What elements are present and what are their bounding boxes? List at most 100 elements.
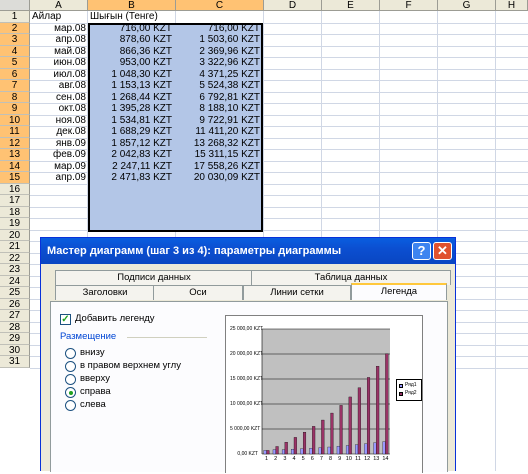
- row-header-3[interactable]: 3: [0, 34, 30, 46]
- row-header-18[interactable]: 18: [0, 206, 30, 218]
- spend-cell[interactable]: 1 688,29 KZT: [88, 126, 174, 138]
- row-header-5[interactable]: 5: [0, 57, 30, 69]
- tab-data-labels[interactable]: Подписи данных: [55, 270, 253, 285]
- tab-gridlines[interactable]: Линии сетки: [243, 285, 351, 300]
- row-header-12[interactable]: 12: [0, 137, 30, 149]
- header-cell-a1[interactable]: Айлар: [30, 11, 88, 23]
- cumulative-cell[interactable]: 17 558,26 KZT: [176, 161, 262, 173]
- cumulative-cell[interactable]: 6 792,81 KZT: [176, 92, 262, 104]
- column-header-h[interactable]: H: [496, 0, 528, 11]
- month-cell[interactable]: янв.09: [30, 138, 88, 150]
- show-legend-checkbox[interactable]: ✓: [60, 314, 71, 325]
- column-header-e[interactable]: E: [322, 0, 380, 11]
- select-all-corner[interactable]: [0, 0, 30, 11]
- row-header-2[interactable]: 2: [0, 22, 30, 34]
- row-header-14[interactable]: 14: [0, 160, 30, 172]
- spend-cell[interactable]: 1 395,28 KZT: [88, 103, 174, 115]
- row-header-17[interactable]: 17: [0, 195, 30, 207]
- placement-radio-0[interactable]: [65, 348, 76, 359]
- tab-legend[interactable]: Легенда: [351, 283, 447, 300]
- cumulative-cell[interactable]: 3 322,96 KZT: [176, 57, 262, 69]
- row-header-19[interactable]: 19: [0, 218, 30, 230]
- cumulative-cell[interactable]: 20 030,09 KZT: [176, 172, 262, 184]
- month-cell[interactable]: июн.08: [30, 57, 88, 69]
- placement-radio-2[interactable]: [65, 374, 76, 385]
- placement-radio-1[interactable]: [65, 361, 76, 372]
- row-header-20[interactable]: 20: [0, 229, 30, 241]
- month-cell[interactable]: июл.08: [30, 69, 88, 81]
- spend-cell[interactable]: 878,60 KZT: [88, 34, 174, 46]
- column-header-a[interactable]: A: [30, 0, 88, 11]
- row-header-21[interactable]: 21: [0, 241, 30, 253]
- column-header-c[interactable]: C: [176, 0, 264, 11]
- month-cell[interactable]: ноя.08: [30, 115, 88, 127]
- spend-cell[interactable]: 1 268,44 KZT: [88, 92, 174, 104]
- row-header-16[interactable]: 16: [0, 183, 30, 195]
- row-header-11[interactable]: 11: [0, 126, 30, 138]
- placement-label-4[interactable]: слева: [80, 399, 106, 410]
- row-header-31[interactable]: 31: [0, 356, 30, 368]
- column-header-f[interactable]: F: [380, 0, 438, 11]
- spend-cell[interactable]: 1 534,81 KZT: [88, 115, 174, 127]
- spend-cell[interactable]: 1 857,12 KZT: [88, 138, 174, 150]
- row-header-25[interactable]: 25: [0, 287, 30, 299]
- cumulative-cell[interactable]: 11 411,20 KZT: [176, 126, 262, 138]
- row-header-13[interactable]: 13: [0, 149, 30, 161]
- row-header-27[interactable]: 27: [0, 310, 30, 322]
- row-header-15[interactable]: 15: [0, 172, 30, 184]
- cumulative-cell[interactable]: 2 369,96 KZT: [176, 46, 262, 58]
- row-header-4[interactable]: 4: [0, 45, 30, 57]
- row-header-6[interactable]: 6: [0, 68, 30, 80]
- row-header-30[interactable]: 30: [0, 344, 30, 356]
- placement-label-3[interactable]: справа: [80, 386, 111, 397]
- column-header-b[interactable]: B: [88, 0, 176, 11]
- placement-label-2[interactable]: вверху: [80, 373, 110, 384]
- tab-axes[interactable]: Оси: [153, 285, 243, 300]
- spend-cell[interactable]: 2 042,83 KZT: [88, 149, 174, 161]
- spend-cell[interactable]: 2 471,83 KZT: [88, 172, 174, 184]
- column-header-g[interactable]: G: [438, 0, 496, 11]
- month-cell[interactable]: сен.08: [30, 92, 88, 104]
- cumulative-cell[interactable]: 4 371,25 KZT: [176, 69, 262, 81]
- cumulative-cell[interactable]: 13 268,32 KZT: [176, 138, 262, 150]
- column-header-d[interactable]: D: [264, 0, 322, 11]
- spend-cell[interactable]: 1 153,13 KZT: [88, 80, 174, 92]
- month-cell[interactable]: фев.09: [30, 149, 88, 161]
- placement-radio-3[interactable]: [65, 387, 76, 398]
- month-cell[interactable]: дек.08: [30, 126, 88, 138]
- header-cell-b1[interactable]: Шығын (Тенге): [88, 11, 176, 23]
- row-header-24[interactable]: 24: [0, 275, 30, 287]
- help-button[interactable]: ?: [412, 242, 431, 260]
- tab-titles[interactable]: Заголовки: [55, 285, 155, 300]
- month-cell[interactable]: окт.08: [30, 103, 88, 115]
- dialog-title[interactable]: Мастер диаграмм (шаг 3 из 4): параметры …: [41, 238, 455, 264]
- row-header-7[interactable]: 7: [0, 80, 30, 92]
- month-cell[interactable]: апр.08: [30, 34, 88, 46]
- cumulative-cell[interactable]: 5 524,38 KZT: [176, 80, 262, 92]
- cumulative-cell[interactable]: 1 503,60 KZT: [176, 34, 262, 46]
- cumulative-cell[interactable]: 9 722,91 KZT: [176, 115, 262, 127]
- cumulative-cell[interactable]: 716,00 KZT: [176, 23, 262, 35]
- cumulative-cell[interactable]: 8 188,10 KZT: [176, 103, 262, 115]
- cumulative-cell[interactable]: 15 311,15 KZT: [176, 149, 262, 161]
- month-cell[interactable]: мар.08: [30, 23, 88, 35]
- placement-label-0[interactable]: внизу: [80, 347, 105, 358]
- row-header-1[interactable]: 1: [0, 11, 30, 23]
- row-header-23[interactable]: 23: [0, 264, 30, 276]
- row-header-28[interactable]: 28: [0, 321, 30, 333]
- month-cell[interactable]: авг.08: [30, 80, 88, 92]
- row-header-9[interactable]: 9: [0, 103, 30, 115]
- spend-cell[interactable]: 2 247,11 KZT: [88, 161, 174, 173]
- row-header-10[interactable]: 10: [0, 114, 30, 126]
- row-header-22[interactable]: 22: [0, 252, 30, 264]
- row-header-26[interactable]: 26: [0, 298, 30, 310]
- spend-cell[interactable]: 1 048,30 KZT: [88, 69, 174, 81]
- row-header-29[interactable]: 29: [0, 333, 30, 345]
- spend-cell[interactable]: 716,00 KZT: [88, 23, 174, 35]
- spend-cell[interactable]: 866,36 KZT: [88, 46, 174, 58]
- month-cell[interactable]: мар.09: [30, 161, 88, 173]
- spend-cell[interactable]: 953,00 KZT: [88, 57, 174, 69]
- month-cell[interactable]: апр.09: [30, 172, 88, 184]
- row-header-8[interactable]: 8: [0, 91, 30, 103]
- placement-label-1[interactable]: в правом верхнем углу: [80, 360, 181, 371]
